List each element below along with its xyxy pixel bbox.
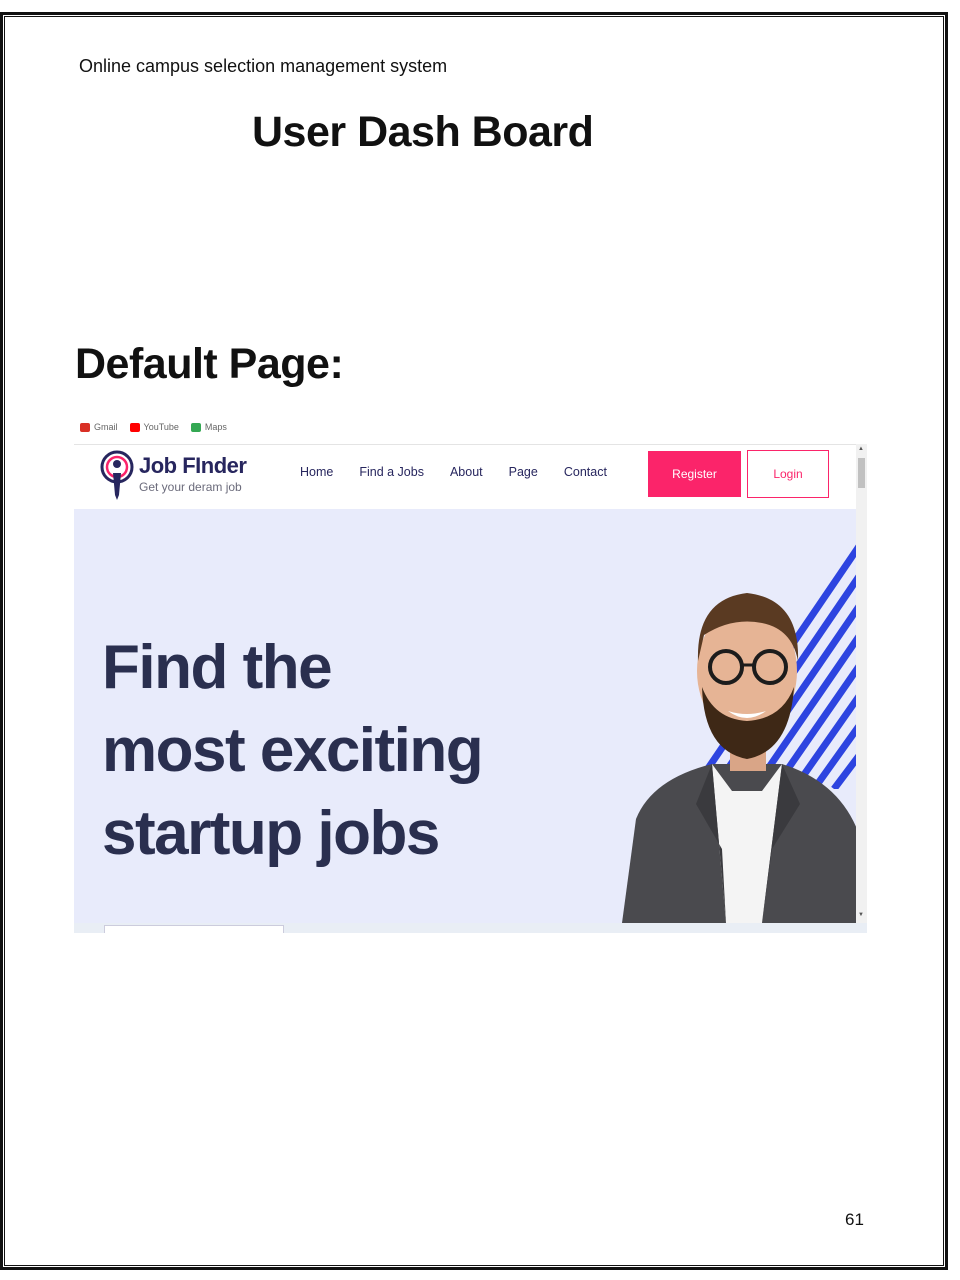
bookmarks-bar: Gmail YouTube Maps — [80, 419, 227, 435]
bookmark-gmail[interactable]: Gmail — [80, 422, 118, 432]
login-button[interactable]: Login — [747, 450, 829, 498]
bookmark-maps[interactable]: Maps — [190, 422, 227, 432]
brand-tagline: Get your deram job — [139, 480, 242, 494]
bookmark-label: YouTube — [143, 422, 179, 432]
job-finder-logo-icon — [100, 450, 134, 500]
website-screenshot: Gmail YouTube Maps Job FInder Get your d… — [74, 413, 867, 933]
bookmark-label: Gmail — [94, 422, 118, 432]
maps-icon — [190, 422, 201, 432]
nav-links: Home Find a Jobs About Page Contact — [300, 465, 607, 479]
scroll-down-icon[interactable]: ▼ — [858, 912, 864, 918]
brand-name[interactable]: Job FInder — [139, 453, 247, 479]
page-number: 61 — [845, 1210, 864, 1229]
register-button[interactable]: Register — [648, 451, 741, 497]
taskbar-search[interactable] — [104, 925, 284, 933]
smiling-man-photo — [622, 593, 856, 923]
bookmark-youtube[interactable]: YouTube — [129, 422, 179, 432]
document-header: Online campus selection management syste… — [79, 56, 448, 76]
nav-find-jobs[interactable]: Find a Jobs — [359, 465, 424, 479]
nav-home[interactable]: Home — [300, 465, 333, 479]
document-title: User Dash Board — [252, 108, 594, 156]
section-heading: Default Page: — [75, 340, 344, 388]
gmail-icon — [80, 422, 90, 432]
hero-heading-line-2: most exciting — [102, 716, 484, 785]
bookmark-label: Maps — [204, 422, 227, 432]
taskbar-strip — [74, 923, 867, 933]
nav-page[interactable]: Page — [509, 465, 538, 479]
nav-contact[interactable]: Contact — [564, 465, 607, 479]
hero-heading-line-3: startup jobs — [102, 799, 440, 868]
nav-about[interactable]: About — [450, 465, 483, 479]
scrollbar[interactable]: ▲ ▼ — [856, 444, 867, 924]
hero-heading-line-1: Find the — [102, 633, 333, 702]
scroll-up-icon[interactable]: ▲ — [858, 446, 864, 452]
hero-banner: Find the most exciting startup jobs — [74, 509, 856, 923]
site-navbar: Job FInder Get your deram job Home Find … — [74, 444, 856, 509]
scroll-thumb[interactable] — [858, 458, 865, 488]
youtube-icon — [129, 422, 140, 432]
